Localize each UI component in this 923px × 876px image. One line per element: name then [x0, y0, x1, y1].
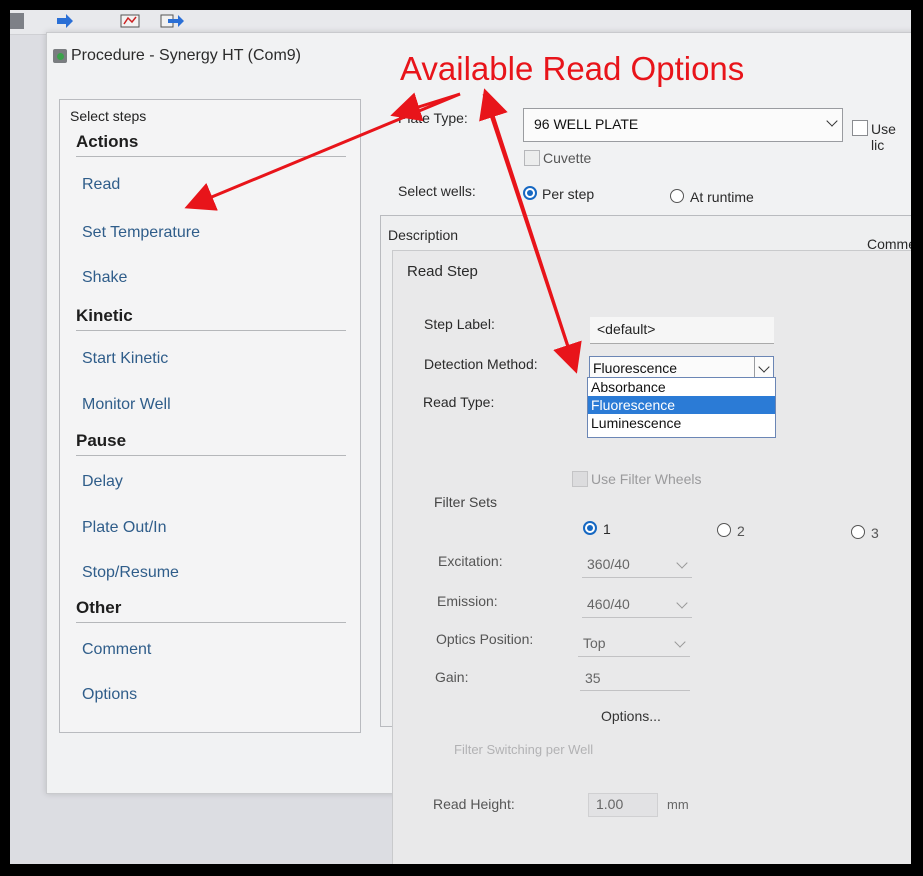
annotation-arrows [184, 88, 582, 374]
arrow-to-title [479, 88, 577, 369]
arrow-to-plate-type [390, 92, 461, 122]
screenshot-frame: Procedure - Synergy HT (Com9) Select ste… [10, 10, 911, 864]
arrow-to-steps [184, 92, 461, 211]
